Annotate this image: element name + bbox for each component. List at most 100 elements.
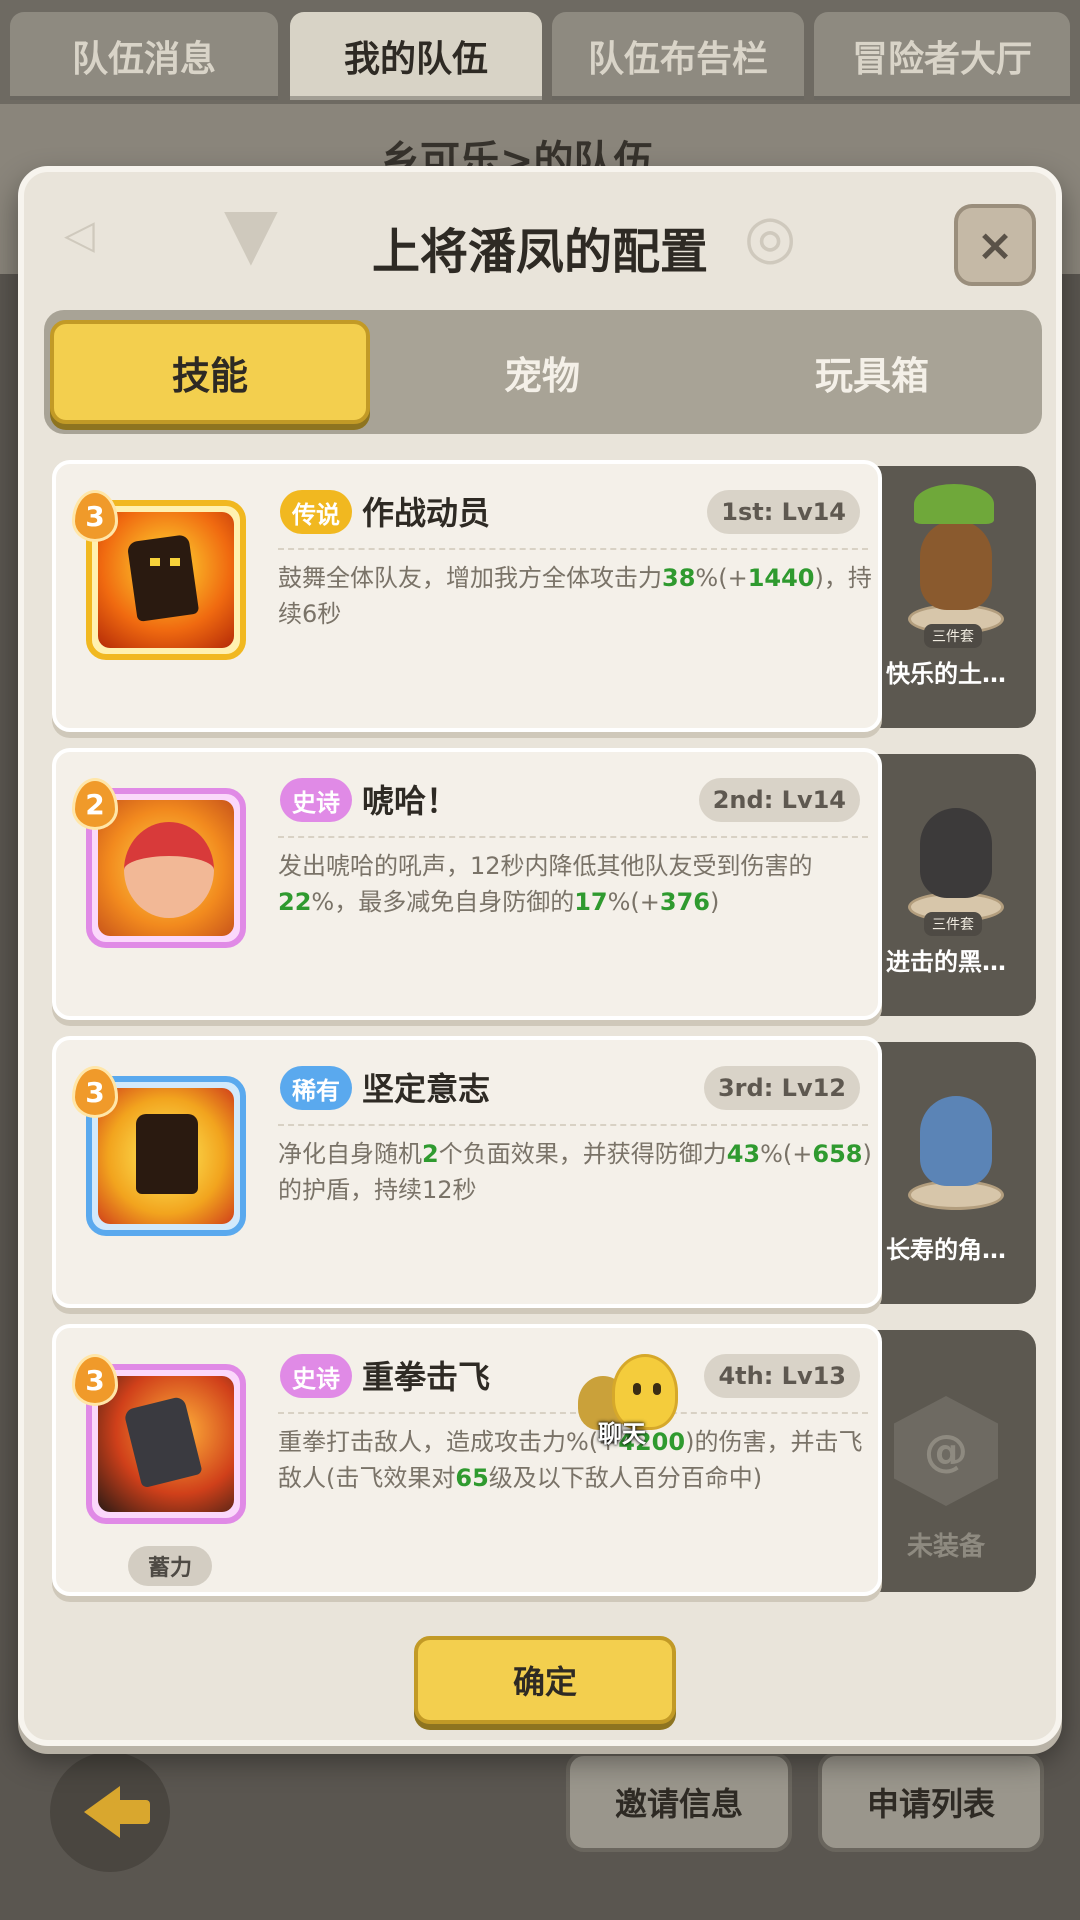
skill-slot-level: 2nd: Lv14	[698, 778, 860, 822]
skill-card[interactable]: 2 史诗 唬哈！ 2nd: Lv14 发出唬哈的吼声，12秒内降低其他队友受到伤…	[52, 748, 882, 1020]
whale-pet-icon	[920, 1096, 992, 1186]
highlight-value: 38	[662, 564, 696, 592]
invite-info-button[interactable]: 邀请信息	[566, 1752, 792, 1852]
pet-set-tag: 三件套	[924, 624, 982, 648]
tab-pets[interactable]: 宠物	[382, 320, 702, 424]
desc-text: %(+	[760, 1140, 813, 1168]
desc-text: 发出唬哈的吼声，12秒内降低其他队友受到伤害的	[278, 852, 813, 880]
divider	[278, 1412, 868, 1414]
skill-description: 重拳打击敌人，造成攻击力%(+4200)的伤害，并击飞敌人(击飞效果对65级及以…	[278, 1424, 874, 1496]
skill-row: 三件套 进击的黑… 2 史诗 唬哈！ 2nd: Lv14 发出唬哈的吼声，12秒…	[44, 748, 1042, 1020]
charge-tag: 蓄力	[128, 1546, 212, 1586]
tab-adventurer-hall[interactable]: 冒险者大厅	[814, 12, 1070, 100]
skill-row: 三件套 快乐的土… 3 传说 作战动员 1st: Lv14 鼓舞全体队友，增加我…	[44, 460, 1042, 732]
rarity-badge: 稀有	[280, 1066, 352, 1110]
pet-name: 长寿的角…	[886, 1236, 1006, 1264]
confirm-button[interactable]: 确定	[414, 1636, 676, 1724]
top-tab-bar: 队伍消息 我的队伍 队伍布告栏 冒险者大厅	[0, 0, 1080, 104]
skill-name: 作战动员	[362, 494, 491, 532]
roar-skill-icon	[98, 800, 234, 936]
tab-team-messages[interactable]: 队伍消息	[10, 12, 278, 100]
close-icon: ×	[976, 219, 1014, 271]
back-arrow-icon	[84, 1786, 150, 1838]
skill-level-badge: 2	[72, 778, 118, 830]
pet-slot-empty[interactable]: @ 未装备	[856, 1330, 1036, 1592]
apply-list-button[interactable]: 申请列表	[818, 1752, 1044, 1852]
desc-text: %，最多减免自身防御的	[311, 888, 575, 916]
chat-label: 聊天	[598, 1420, 646, 1448]
desc-text: 鼓舞全体队友，增加我方全体攻击力	[278, 564, 662, 592]
pet-slot[interactable]: 三件套 进击的黑…	[856, 754, 1036, 1016]
fighter-silhouette-icon	[126, 534, 200, 622]
pet-figure	[886, 1060, 1006, 1210]
desc-text: %(+	[607, 888, 660, 916]
pet-slot[interactable]: 三件套 快乐的土…	[856, 466, 1036, 728]
rarity-badge: 史诗	[280, 778, 352, 822]
highlight-value: 43	[726, 1140, 761, 1168]
divider	[278, 1124, 868, 1126]
skill-slot-level: 3rd: Lv12	[703, 1066, 860, 1110]
skill-name: 唬哈！	[362, 782, 459, 820]
tab-team-board[interactable]: 队伍布告栏	[552, 12, 804, 100]
highlight-value: 17	[574, 888, 608, 916]
tab-my-team[interactable]: 我的队伍	[290, 12, 542, 100]
empty-slot-icon: @	[894, 1396, 998, 1506]
skill-description: 净化自身随机2个负面效果，并获得防御力43%(+658)的护盾，持续12秒	[278, 1136, 874, 1208]
close-button[interactable]: ×	[954, 204, 1036, 286]
desc-text: 净化自身随机	[278, 1140, 422, 1168]
config-tab-bar: 技能 宠物 玩具箱	[44, 310, 1042, 434]
unequipped-label: 未装备	[906, 1532, 985, 1562]
tab-toy-box[interactable]: 玩具箱	[712, 320, 1032, 424]
fighter-silhouette-icon	[136, 1114, 198, 1194]
desc-text: 个负面效果，并获得防御力	[438, 1140, 727, 1168]
highlight-value: 1440	[747, 564, 815, 592]
willpower-skill-icon	[98, 1088, 234, 1224]
leaf-icon	[914, 484, 994, 524]
highlight-value: 658	[812, 1140, 863, 1168]
skill-level-badge: 3	[72, 1354, 118, 1406]
desc-text: )	[710, 888, 720, 916]
tab-skills[interactable]: 技能	[50, 320, 370, 424]
highlight-value: 65	[455, 1464, 489, 1492]
skill-config-modal: ◁ ▼ ◎ 上将潘凤的配置 × 技能 宠物 玩具箱 三件套 快乐的土… 3 传说…	[18, 166, 1062, 1746]
gorilla-pet-icon	[920, 808, 992, 898]
pet-name: 快乐的土…	[886, 660, 1006, 688]
shouting-face-icon	[124, 822, 214, 918]
rally-skill-icon	[98, 512, 234, 648]
desc-text: %(+	[695, 564, 748, 592]
desc-text: 重拳打击敌人，造成攻击力	[278, 1428, 566, 1456]
skill-description: 鼓舞全体队友，增加我方全体攻击力38%(+1440)，持续6秒	[278, 560, 874, 632]
highlight-value: 376	[659, 888, 711, 916]
pet-set-tag: 三件套	[924, 912, 982, 936]
divider	[278, 548, 868, 550]
fighter-silhouette-icon	[123, 1395, 203, 1489]
groundhog-pet-icon	[920, 520, 992, 610]
skill-name: 重拳击飞	[362, 1358, 491, 1396]
skill-slot-level: 1st: Lv14	[707, 490, 860, 534]
mascot-eye	[653, 1383, 661, 1395]
divider	[278, 836, 868, 838]
skill-slot-level: 4th: Lv13	[704, 1354, 860, 1398]
skill-row: 长寿的角… 3 稀有 坚定意志 3rd: Lv12 净化自身随机2个负面效果，并…	[44, 1036, 1042, 1308]
modal-title: 上将潘凤的配置	[371, 224, 708, 280]
skill-level-badge: 3	[72, 490, 118, 542]
desc-text: 级及以下敌人百分百命中)	[488, 1464, 763, 1492]
pet-figure: 三件套	[886, 772, 1006, 936]
skill-card[interactable]: 3 稀有 坚定意志 3rd: Lv12 净化自身随机2个负面效果，并获得防御力4…	[52, 1036, 882, 1308]
skill-row: @ 未装备 3 蓄力 史诗 重拳击飞 4th: Lv13 重拳打击敌人，造成攻击…	[44, 1324, 1042, 1596]
back-button[interactable]	[50, 1752, 170, 1872]
mascot-eye	[633, 1383, 641, 1395]
skill-level-badge: 3	[72, 1066, 118, 1118]
highlight-value: 2	[422, 1140, 439, 1168]
pet-name: 进击的黑…	[886, 948, 1006, 976]
rarity-badge: 传说	[280, 490, 352, 534]
skill-card[interactable]: 3 蓄力 史诗 重拳击飞 4th: Lv13 重拳打击敌人，造成攻击力%(+42…	[52, 1324, 882, 1596]
skill-name: 坚定意志	[362, 1070, 491, 1108]
pet-figure: 三件套	[886, 484, 1006, 648]
chat-button[interactable]: 聊天	[578, 1352, 698, 1452]
skill-description: 发出唬哈的吼声，12秒内降低其他队友受到伤害的 22%，最多减免自身防御的17%(…	[278, 848, 874, 920]
pet-slot[interactable]: 长寿的角…	[856, 1042, 1036, 1304]
highlight-value: 22	[278, 888, 312, 916]
skill-card[interactable]: 3 传说 作战动员 1st: Lv14 鼓舞全体队友，增加我方全体攻击力38%(…	[52, 460, 882, 732]
eyes-icon	[150, 558, 180, 566]
